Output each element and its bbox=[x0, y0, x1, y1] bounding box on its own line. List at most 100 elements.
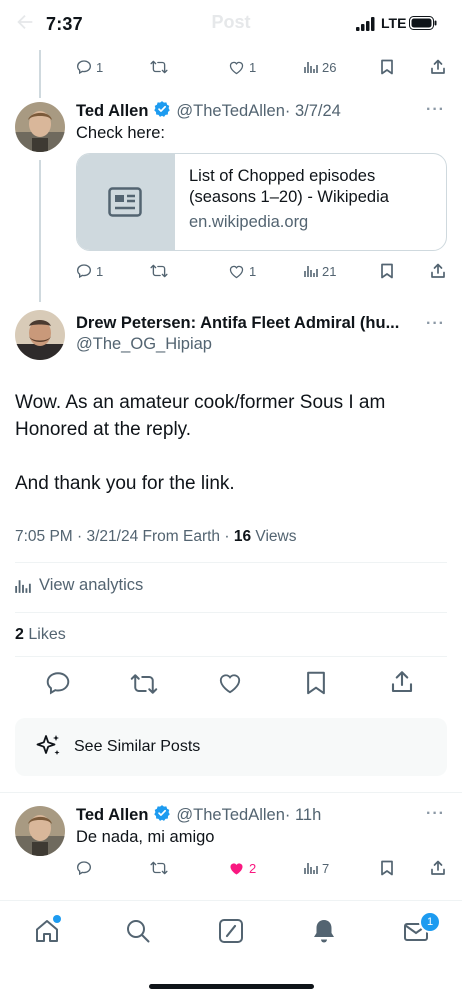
bookmark-button[interactable] bbox=[380, 56, 394, 78]
bookmark-button[interactable] bbox=[380, 260, 394, 282]
likes-label: Likes bbox=[28, 626, 66, 643]
author-name[interactable]: Ted Allen bbox=[76, 806, 148, 825]
card-domain: en.wikipedia.org bbox=[189, 213, 309, 231]
divider bbox=[15, 656, 447, 657]
avatar[interactable] bbox=[15, 806, 65, 856]
repost-button[interactable] bbox=[130, 670, 158, 703]
divider bbox=[15, 562, 447, 563]
views-button[interactable]: 26 bbox=[304, 56, 336, 78]
like-button[interactable]: 2 bbox=[228, 857, 256, 879]
repost-button[interactable] bbox=[150, 56, 168, 78]
grok-icon bbox=[219, 919, 243, 943]
post-meta: 7:05 PM · 3/21/24 From Earth · 16 Views bbox=[15, 528, 296, 546]
share-button[interactable] bbox=[430, 857, 446, 879]
author-handle[interactable]: @The_OG_Hipiap bbox=[76, 335, 212, 354]
more-options-icon[interactable]: ··· bbox=[426, 101, 445, 119]
author-handle[interactable]: @TheTedAllen bbox=[176, 806, 284, 825]
reply-button[interactable]: 1 bbox=[76, 260, 103, 282]
see-similar-posts-button[interactable]: See Similar Posts bbox=[15, 718, 447, 776]
bell-icon bbox=[314, 920, 334, 943]
tweet-actions: 2 7 bbox=[76, 857, 446, 879]
sparkle-icon bbox=[36, 735, 60, 755]
like-button[interactable] bbox=[217, 670, 243, 701]
repost-button[interactable] bbox=[150, 260, 168, 282]
avatar[interactable] bbox=[15, 102, 65, 152]
like-button[interactable]: 1 bbox=[228, 56, 256, 78]
more-options-icon[interactable]: ··· bbox=[426, 315, 445, 333]
author-name[interactable]: Ted Allen bbox=[76, 102, 148, 121]
post-text-line: Wow. As an amateur cook/former Sous I am bbox=[15, 392, 386, 413]
reply-icon bbox=[76, 60, 92, 75]
top-tweet-actions: 1 1 26 bbox=[76, 56, 446, 78]
like-count: 1 bbox=[249, 59, 257, 75]
heart-icon bbox=[229, 265, 244, 278]
reply-button[interactable] bbox=[45, 670, 71, 701]
messages-badge: 1 bbox=[419, 911, 441, 933]
article-icon bbox=[108, 187, 142, 217]
repost-icon bbox=[130, 674, 158, 694]
view-analytics-link[interactable]: View analytics bbox=[15, 576, 143, 595]
avatar[interactable] bbox=[15, 310, 65, 360]
reply-button[interactable]: 1 bbox=[76, 56, 103, 78]
more-options-icon[interactable]: ··· bbox=[426, 805, 445, 823]
author-name[interactable]: Drew Petersen: Antifa Fleet Admiral (hu.… bbox=[76, 314, 399, 333]
search-icon bbox=[127, 920, 150, 943]
status-bar: Post 7:37 LTE bbox=[0, 0, 462, 50]
repost-icon bbox=[150, 60, 168, 74]
views-label: Views bbox=[255, 528, 297, 545]
views-count: 16 bbox=[233, 528, 252, 545]
likes-summary[interactable]: 2 Likes bbox=[15, 626, 66, 644]
tweet-date: · 11h bbox=[284, 806, 322, 824]
nav-grok[interactable] bbox=[217, 917, 245, 950]
author-handle[interactable]: @TheTedAllen bbox=[176, 102, 284, 121]
network-type: LTE bbox=[381, 15, 407, 31]
heart-icon bbox=[219, 674, 241, 694]
tweet-date: · 3/7/24 bbox=[284, 102, 341, 120]
nav-home[interactable] bbox=[33, 915, 61, 950]
reply-count: 1 bbox=[96, 263, 104, 279]
views-count: 7 bbox=[322, 860, 330, 876]
share-icon bbox=[431, 860, 445, 875]
divider bbox=[15, 612, 447, 613]
bookmark-icon bbox=[307, 671, 325, 695]
views-icon bbox=[304, 863, 318, 874]
share-button[interactable] bbox=[430, 260, 446, 282]
tweet-header: Ted Allen @TheTedAllen · 11h bbox=[76, 804, 321, 827]
share-button[interactable] bbox=[390, 670, 414, 699]
bookmark-button[interactable] bbox=[305, 670, 327, 701]
home-indicator[interactable] bbox=[149, 984, 314, 989]
analytics-label: View analytics bbox=[39, 576, 144, 594]
bookmark-icon bbox=[381, 263, 393, 279]
views-button[interactable]: 7 bbox=[304, 857, 329, 879]
repost-button[interactable] bbox=[150, 857, 168, 879]
reply-count: 1 bbox=[96, 59, 104, 75]
heart-icon bbox=[229, 61, 244, 74]
views-icon bbox=[304, 266, 318, 277]
heart-filled-icon bbox=[230, 862, 243, 875]
analytics-icon bbox=[15, 579, 31, 593]
clock-time: 7:37 bbox=[46, 14, 83, 34]
nav-search[interactable] bbox=[124, 917, 152, 950]
repost-icon bbox=[150, 264, 168, 278]
views-icon bbox=[304, 62, 318, 73]
nav-notifications[interactable] bbox=[310, 917, 338, 950]
views-button[interactable]: 21 bbox=[304, 260, 336, 282]
reply-button[interactable] bbox=[76, 857, 92, 879]
bookmark-icon bbox=[381, 59, 393, 75]
share-icon bbox=[431, 59, 445, 74]
thread-line bbox=[39, 50, 41, 98]
likes-count: 2 bbox=[15, 626, 24, 643]
share-button[interactable] bbox=[430, 56, 446, 78]
nav-messages[interactable]: 1 bbox=[402, 911, 441, 950]
battery-icon bbox=[409, 16, 437, 30]
home-notification-dot bbox=[53, 915, 61, 923]
post-timestamp: 7:05 PM · 3/21/24 From Earth · bbox=[15, 528, 230, 545]
signal-icon bbox=[356, 17, 375, 31]
share-icon bbox=[431, 263, 445, 278]
post-text-line: And thank you for the link. bbox=[15, 473, 235, 494]
link-preview-card[interactable]: List of Chopped episodes (seasons 1–20) … bbox=[76, 153, 447, 251]
bookmark-button[interactable] bbox=[380, 857, 394, 879]
tweet-actions: 1 1 21 bbox=[76, 260, 446, 282]
like-button[interactable]: 1 bbox=[228, 260, 256, 282]
tweet-text: Check here: bbox=[76, 124, 165, 142]
